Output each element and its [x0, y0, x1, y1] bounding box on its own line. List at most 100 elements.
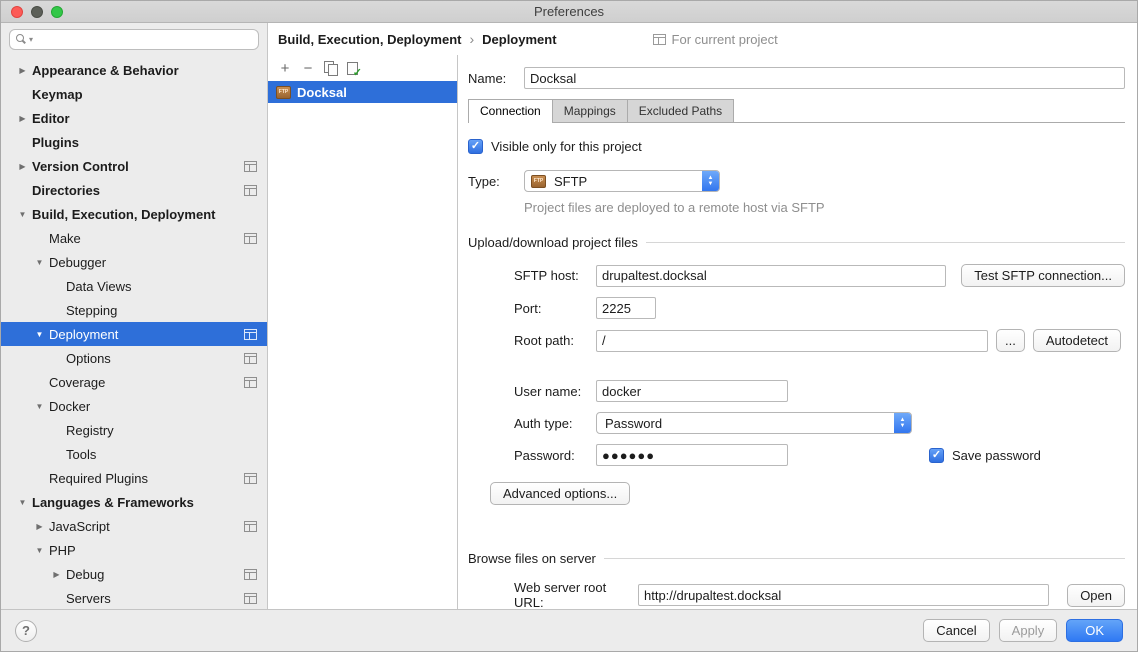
sftp-server-icon [276, 86, 291, 99]
per-project-settings-icon [244, 569, 257, 580]
scope-label: For current project [672, 32, 778, 47]
zoom-button[interactable] [51, 6, 63, 18]
server-list-item[interactable]: Docksal [268, 81, 457, 103]
apply-button[interactable]: Apply [999, 619, 1058, 642]
web-root-input[interactable] [638, 584, 1049, 606]
sftp-host-input[interactable] [596, 265, 946, 287]
web-root-label: Web server root URL: [514, 580, 638, 609]
autodetect-button[interactable]: Autodetect [1033, 329, 1121, 352]
chevron-down-icon[interactable]: ▼ [32, 330, 47, 339]
copy-server-icon[interactable] [324, 61, 338, 75]
upload-section-header: Upload/download project files [468, 235, 1125, 250]
sidebar-item-make[interactable]: Make [1, 226, 267, 250]
sidebar-item-coverage[interactable]: Coverage [1, 370, 267, 394]
chevron-right-icon[interactable]: ▶ [49, 570, 64, 579]
sidebar-item-build-execution-deployment[interactable]: ▼Build, Execution, Deployment [1, 202, 267, 226]
search-options-caret-icon[interactable]: ▾ [29, 36, 33, 44]
titlebar: Preferences [1, 1, 1137, 23]
test-sftp-connection-button[interactable]: Test SFTP connection... [961, 264, 1125, 287]
chevron-down-icon[interactable]: ▼ [15, 210, 30, 219]
sidebar-item-plugins[interactable]: Plugins [1, 130, 267, 154]
sidebar-item-deployment[interactable]: ▼Deployment [1, 322, 267, 346]
sidebar-item-registry[interactable]: Registry [1, 418, 267, 442]
sidebar-item-label: Coverage [49, 375, 105, 390]
tab-connection[interactable]: Connection [468, 99, 553, 123]
sidebar-item-label: Make [49, 231, 81, 246]
save-password-label: Save password [952, 448, 1041, 463]
section-divider [604, 558, 1125, 559]
tab-mappings[interactable]: Mappings [552, 99, 628, 122]
sidebar-item-editor[interactable]: ▶Editor [1, 106, 267, 130]
sidebar-item-label: Docker [49, 399, 90, 414]
help-button[interactable]: ? [15, 620, 37, 642]
sidebar-item-data-views[interactable]: Data Views [1, 274, 267, 298]
chevron-right-icon[interactable]: ▶ [32, 522, 47, 531]
chevron-down-icon[interactable]: ▼ [32, 546, 47, 555]
server-name: Docksal [297, 85, 347, 100]
tab-bar: Connection Mappings Excluded Paths [468, 99, 1125, 123]
save-password-checkbox[interactable] [929, 448, 944, 463]
dropdown-arrows-icon[interactable] [702, 171, 719, 191]
sidebar-item-javascript[interactable]: ▶JavaScript [1, 514, 267, 538]
visible-only-checkbox[interactable] [468, 139, 483, 154]
browse-root-path-button[interactable]: ... [996, 329, 1025, 352]
chevron-right-icon[interactable]: ▶ [15, 66, 30, 75]
chevron-right-icon[interactable]: ▶ [15, 162, 30, 171]
sidebar-item-tools[interactable]: Tools [1, 442, 267, 466]
sidebar-item-label: Required Plugins [49, 471, 148, 486]
user-name-input[interactable] [596, 380, 788, 402]
sidebar-item-stepping[interactable]: Stepping [1, 298, 267, 322]
sidebar-item-version-control[interactable]: ▶Version Control [1, 154, 267, 178]
sidebar-item-directories[interactable]: Directories [1, 178, 267, 202]
ok-button[interactable]: OK [1066, 619, 1123, 642]
sidebar-item-label: JavaScript [49, 519, 110, 534]
remove-server-icon[interactable]: − [301, 61, 315, 76]
sidebar-item-options[interactable]: Options [1, 346, 267, 370]
sidebar-item-appearance-behavior[interactable]: ▶Appearance & Behavior [1, 58, 267, 82]
breadcrumb-current: Deployment [482, 32, 556, 47]
chevron-down-icon[interactable]: ▼ [32, 402, 47, 411]
breadcrumb-parent[interactable]: Build, Execution, Deployment [278, 32, 461, 47]
sidebar-item-debugger[interactable]: ▼Debugger [1, 250, 267, 274]
type-select[interactable]: SFTP [524, 170, 720, 192]
user-name-label: User name: [514, 384, 596, 399]
settings-search-input[interactable]: ▾ [9, 29, 259, 50]
sidebar-item-debug[interactable]: ▶Debug [1, 562, 267, 586]
sidebar-item-keymap[interactable]: Keymap [1, 82, 267, 106]
minimize-button[interactable] [31, 6, 43, 18]
close-button[interactable] [11, 6, 23, 18]
cancel-button[interactable]: Cancel [923, 619, 989, 642]
password-input[interactable] [596, 444, 788, 466]
advanced-options-button[interactable]: Advanced options... [490, 482, 630, 505]
auth-type-label: Auth type: [514, 416, 596, 431]
sidebar-item-servers[interactable]: Servers [1, 586, 267, 609]
sidebar-item-label: Version Control [32, 159, 129, 174]
chevron-down-icon[interactable]: ▼ [32, 258, 47, 267]
root-path-input[interactable] [596, 330, 988, 352]
sidebar-item-label: Stepping [66, 303, 117, 318]
breadcrumb-separator-icon: › [469, 31, 474, 47]
chevron-down-icon[interactable]: ▼ [15, 498, 30, 507]
search-icon [16, 34, 27, 45]
sidebar-item-label: Options [66, 351, 111, 366]
name-input[interactable] [524, 67, 1125, 89]
auth-type-select[interactable]: Password [596, 412, 912, 434]
sidebar-item-docker[interactable]: ▼Docker [1, 394, 267, 418]
window-title: Preferences [1, 4, 1137, 19]
sidebar-item-php[interactable]: ▼PHP [1, 538, 267, 562]
use-as-default-icon[interactable] [347, 62, 358, 75]
add-server-icon[interactable]: + [278, 61, 292, 76]
sidebar-item-label: PHP [49, 543, 76, 558]
sidebar-item-languages-frameworks[interactable]: ▼Languages & Frameworks [1, 490, 267, 514]
tab-excluded-paths[interactable]: Excluded Paths [627, 99, 734, 122]
auth-type-value: Password [605, 416, 662, 431]
server-list-toolbar: + − [268, 55, 457, 81]
port-input[interactable] [596, 297, 656, 319]
open-button[interactable]: Open [1067, 584, 1125, 607]
section-divider [646, 242, 1125, 243]
sidebar-item-required-plugins[interactable]: Required Plugins [1, 466, 267, 490]
chevron-right-icon[interactable]: ▶ [15, 114, 30, 123]
dropdown-arrows-icon[interactable] [894, 413, 911, 433]
name-label: Name: [468, 71, 524, 86]
browse-section-header: Browse files on server [468, 551, 1125, 566]
